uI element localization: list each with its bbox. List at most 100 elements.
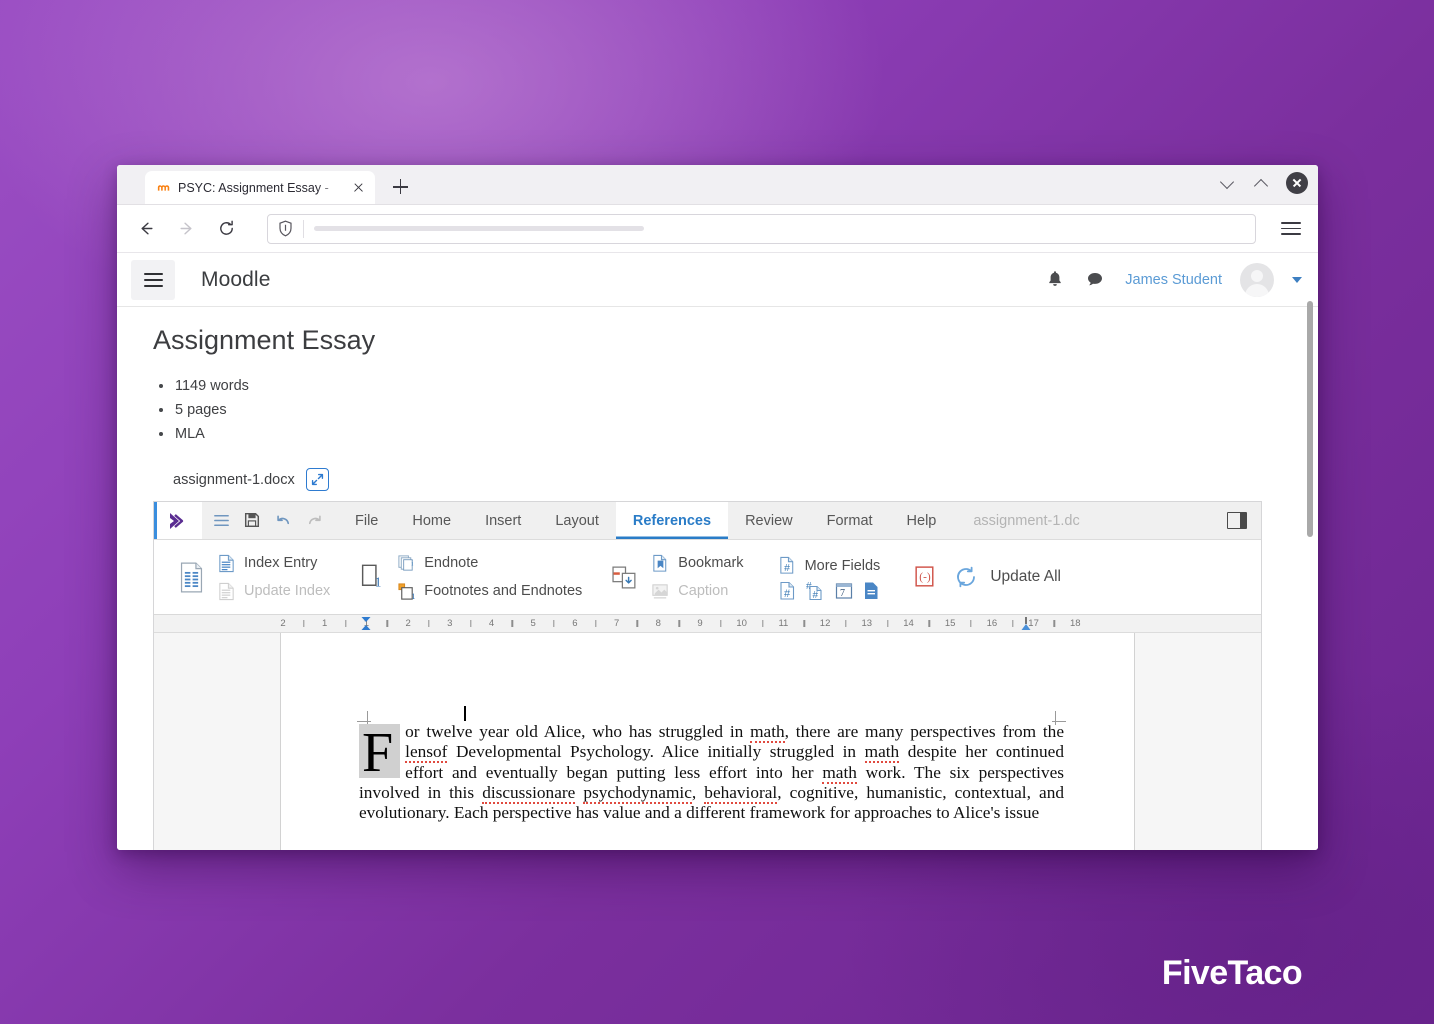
more-fields-button[interactable]: # More Fields: [776, 553, 887, 578]
footnotes-endnotes-icon: 1: [397, 582, 416, 601]
update-index-icon: [217, 582, 236, 601]
reload-icon[interactable]: [209, 212, 243, 246]
tab-layout[interactable]: Layout: [538, 502, 616, 539]
forward-arrow-icon[interactable]: [169, 212, 203, 246]
caption-button: Caption: [649, 579, 749, 604]
browser-tab-title: PSYC: Assignment Essay -: [178, 180, 329, 195]
minimize-icon[interactable]: [1218, 174, 1236, 192]
tab-review[interactable]: Review: [728, 502, 810, 539]
chat-bubble-icon[interactable]: [1085, 269, 1107, 291]
bookmark-icon: [651, 554, 670, 573]
ruler-tick: [428, 620, 430, 627]
moodle-menu-toggle[interactable]: [131, 259, 175, 300]
bookmark-label: Bookmark: [678, 555, 744, 571]
address-bar[interactable]: [267, 213, 1256, 244]
title-field-icon[interactable]: [862, 581, 882, 601]
update-all-button[interactable]: Update All: [949, 564, 1061, 590]
bookmark-button[interactable]: Bookmark: [649, 551, 749, 576]
page-number-field-icon[interactable]: #: [778, 581, 798, 601]
tab-help[interactable]: Help: [889, 502, 954, 539]
back-arrow-icon[interactable]: [129, 212, 163, 246]
tab-insert[interactable]: Insert: [468, 502, 539, 539]
cross-reference-icon: [612, 562, 639, 593]
ribbon-right-actions: [1227, 502, 1261, 539]
save-icon[interactable]: [243, 511, 262, 530]
ruler-tick: [761, 620, 764, 627]
list-item: 1149 words: [155, 374, 1318, 398]
index-entry-label: Index Entry: [244, 555, 318, 571]
moodle-icon: [156, 180, 171, 195]
scrollbar-thumb[interactable]: [1307, 301, 1313, 537]
tab-home[interactable]: Home: [395, 502, 469, 539]
sidebar-icon[interactable]: [212, 511, 231, 530]
footnote-group: i Endnote 1 Footnotes and Endnotes: [395, 549, 588, 605]
document-name-label: assignment-1.dc: [953, 502, 1097, 539]
document-body-text[interactable]: For twelve year old Alice, who has strug…: [359, 722, 1064, 823]
redo-icon[interactable]: [305, 511, 324, 530]
close-tab-icon[interactable]: [350, 179, 367, 196]
right-indent-marker[interactable]: [1020, 616, 1031, 631]
address-bar-text: [314, 226, 644, 231]
page-scrollbar[interactable]: [1304, 253, 1316, 850]
footnotes-endnotes-button[interactable]: 1 Footnotes and Endnotes: [395, 579, 588, 604]
document-page[interactable]: For twelve year old Alice, who has strug…: [280, 633, 1135, 850]
hyphenation-icon: (-): [912, 562, 939, 593]
tab-format[interactable]: Format: [809, 502, 890, 539]
page-count-field-icon[interactable]: # #: [806, 581, 826, 601]
ruler-label: 9: [697, 618, 703, 629]
ruler-label: 13: [861, 618, 873, 629]
close-window-icon[interactable]: [1286, 172, 1308, 194]
cross-reference-button[interactable]: [588, 562, 649, 593]
new-tab-button[interactable]: [385, 172, 415, 202]
app-logo: [154, 502, 202, 539]
maximize-icon[interactable]: [1252, 174, 1270, 192]
date-field-icon[interactable]: 7: [834, 581, 854, 601]
table-of-contents-button[interactable]: [168, 561, 215, 593]
user-name-link[interactable]: James Student: [1125, 272, 1222, 288]
svg-text:7: 7: [840, 588, 845, 599]
ruler-tick: [344, 620, 347, 627]
ruler-tick: [386, 620, 388, 627]
browser-menu-icon[interactable]: [1276, 214, 1306, 244]
left-indent-marker[interactable]: [361, 616, 372, 631]
ruler-label: 4: [488, 618, 495, 629]
page-title: Assignment Essay: [153, 325, 376, 355]
caption-icon: [651, 582, 670, 601]
caption-label: Caption: [678, 583, 729, 599]
shield-icon[interactable]: [278, 220, 293, 237]
sidebar-panel-icon[interactable]: [1227, 512, 1247, 529]
insert-footnote-button[interactable]: 1: [336, 562, 395, 593]
document-canvas[interactable]: For twelve year old Alice, who has strug…: [154, 633, 1261, 850]
index-entry-icon: [217, 554, 236, 573]
document-editor: File Home Insert Layout References Revie…: [153, 501, 1262, 850]
endnote-icon: i: [397, 554, 416, 573]
attached-file-row: assignment-1.docx: [173, 468, 1318, 491]
expand-icon[interactable]: [305, 468, 329, 491]
endnote-button[interactable]: i Endnote: [395, 551, 588, 576]
svg-text:1: 1: [412, 591, 416, 601]
ruler-tick: [553, 620, 555, 627]
undo-icon[interactable]: [274, 511, 293, 530]
ruler-tick: [720, 620, 722, 627]
browser-tab[interactable]: PSYC: Assignment Essay -: [145, 171, 375, 204]
chevron-down-icon[interactable]: [1292, 276, 1302, 283]
ruler-label: 16: [986, 618, 998, 629]
more-fields-icon: #: [778, 556, 797, 575]
bookmark-group: Bookmark Caption: [649, 549, 749, 605]
hyphenation-button[interactable]: (-): [886, 562, 949, 593]
drop-cap: F: [359, 724, 401, 781]
document-paragraph: or twelve year old Alice, who has strugg…: [359, 722, 1064, 823]
file-name: assignment-1.docx: [173, 471, 295, 488]
ruler-tick: [678, 620, 680, 627]
window-controls: [1218, 172, 1308, 194]
svg-text:#: #: [812, 590, 818, 601]
text-cursor: [464, 706, 466, 721]
tab-file[interactable]: File: [338, 502, 396, 539]
ruler-tick: [928, 620, 931, 627]
bell-icon[interactable]: [1045, 269, 1067, 291]
index-entry-button[interactable]: Index Entry: [215, 551, 336, 576]
moodle-brand: Moodle: [201, 267, 271, 291]
tab-references[interactable]: References: [615, 502, 729, 539]
horizontal-ruler[interactable]: 2 1 1 2 3 4 5 6 7 8 9 10 11 12 13 14 15 16 17 18: [154, 615, 1261, 633]
avatar[interactable]: [1240, 262, 1274, 297]
